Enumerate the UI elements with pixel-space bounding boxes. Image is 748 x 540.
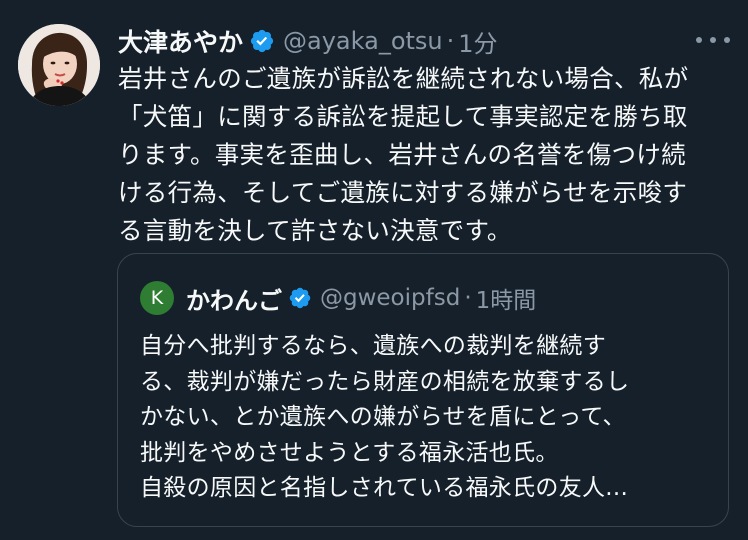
separator-dot: · bbox=[464, 285, 472, 311]
author-display-name[interactable]: 大津あやか bbox=[118, 23, 243, 59]
tweet-text-line: ける行為、そしてご遺族に対する嫌がらせを示唆す bbox=[118, 178, 688, 207]
author-handle[interactable]: @ayaka_otsu bbox=[283, 27, 443, 55]
verified-badge-icon bbox=[288, 286, 312, 310]
more-dot bbox=[696, 37, 702, 43]
tweet-text-line: 「犬笛」に関する訴訟を提起して事実認定を勝ち取 bbox=[118, 102, 688, 131]
tweet-text-line: 岩井さんのご遺族が訴訟を継続されない場合、私が bbox=[118, 64, 689, 93]
tweet-timestamp[interactable]: 1分 bbox=[458, 24, 497, 59]
more-dot bbox=[724, 37, 730, 43]
more-dot bbox=[710, 37, 716, 43]
quoted-author-handle: @gweoipfsd bbox=[320, 285, 461, 311]
author-avatar[interactable] bbox=[18, 24, 100, 106]
quoted-tweet-text: 自分へ批判するなら、遺族への裁判を継続す る、裁判が嫌だったら財産の相続を放棄す… bbox=[140, 329, 720, 507]
quoted-text-line: かない、とか遺族への嫌がらせを盾にとって、 bbox=[140, 404, 626, 430]
separator-dot: · bbox=[446, 27, 455, 55]
tweet-text-line: る言動を決して許さない決意です。 bbox=[118, 216, 512, 245]
quoted-tweet[interactable]: K かわんご @gweoipfsd · 1時間 自分へ批判するなら、遺族への裁判… bbox=[117, 253, 729, 527]
quoted-author-avatar[interactable]: K bbox=[140, 281, 174, 315]
tweet-text-line: ります。事実を歪曲し、岩井さんの名誉を傷つけ続 bbox=[118, 140, 686, 169]
profile-photo bbox=[18, 24, 100, 106]
quoted-author-display-name[interactable]: かわんご bbox=[186, 281, 282, 316]
quoted-tweet-header: K かわんご @gweoipfsd · 1時間 bbox=[140, 280, 536, 316]
quoted-text-line: る、裁判が嫌だったら財産の相続を放棄するし bbox=[140, 368, 630, 395]
quoted-text-line: 自分へ批判するなら、遺族への裁判を継続す bbox=[140, 333, 606, 359]
quoted-tweet-timestamp: 1時間 bbox=[475, 288, 537, 314]
quoted-text-line: 批判をやめさせようとする福永活也氏。 bbox=[140, 439, 559, 466]
quoted-text-line: 自殺の原因と名指しされている福永氏の友人... bbox=[140, 475, 629, 501]
tweet-text: 岩井さんのご遺族が訴訟を継続されない場合、私が 「犬笛」に関する訴訟を提起して事… bbox=[118, 60, 738, 250]
more-options-icon[interactable] bbox=[696, 30, 730, 50]
verified-badge-icon[interactable] bbox=[249, 28, 275, 54]
tweet-header: 大津あやか @ayaka_otsu · 1分 bbox=[118, 24, 498, 58]
